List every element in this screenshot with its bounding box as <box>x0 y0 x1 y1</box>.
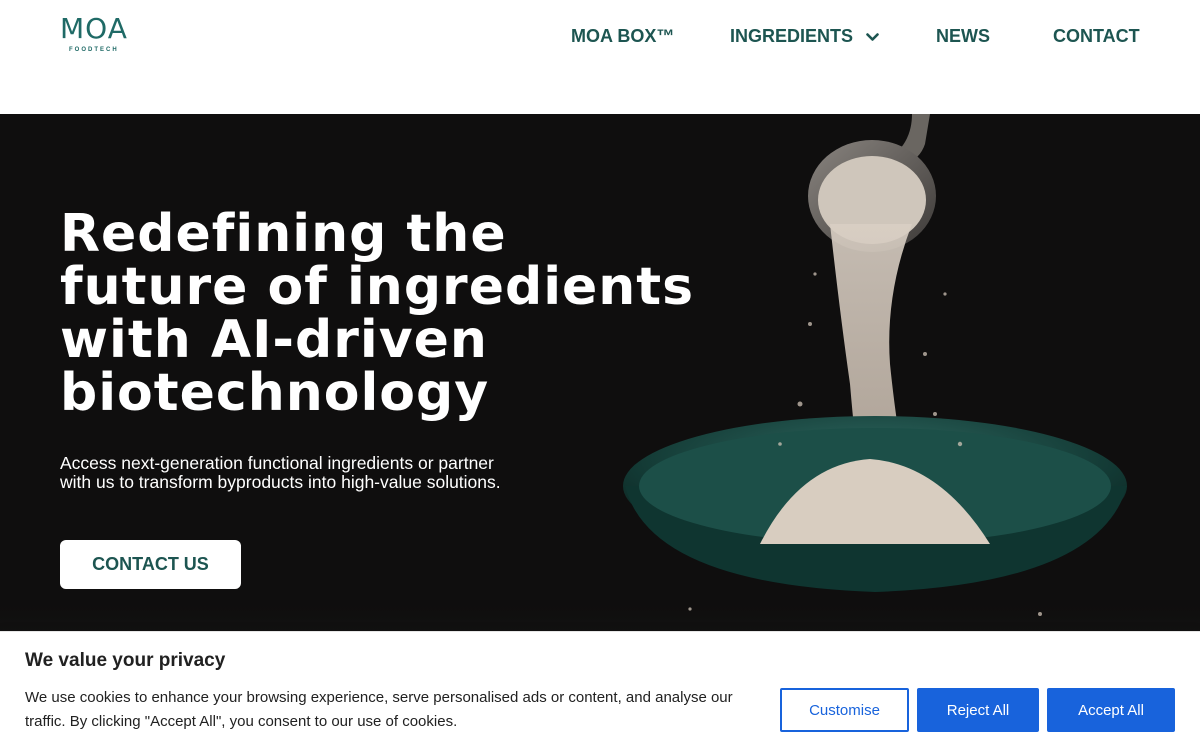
hero-heading-line: biotechnology <box>60 363 490 423</box>
hero-heading: Redefining the future of ingredients wit… <box>60 208 820 420</box>
hero-subheading-line: with us to transform byproducts into hig… <box>60 472 501 492</box>
nav-item-label: CONTACT <box>1053 26 1140 46</box>
nav-item-ingredients[interactable]: INGREDIENTS <box>730 24 879 48</box>
hero-heading-line: future of ingredients <box>60 257 695 317</box>
hero-heading-line: with AI-driven <box>60 310 488 370</box>
nav-item-label: INGREDIENTS <box>730 26 854 46</box>
hero-heading-line: Redefining the <box>60 204 507 264</box>
nav-item-contact[interactable]: CONTACT <box>1053 24 1140 48</box>
customise-button[interactable]: Customise <box>780 688 909 732</box>
chevron-down-icon <box>866 32 879 41</box>
nav-item-news[interactable]: NEWS <box>936 24 990 48</box>
logo-tagline: FOODTECH <box>69 47 119 53</box>
moa-foodtech-logo[interactable]: MOA FOODTECH <box>60 14 142 58</box>
logo-wordmark: MOA <box>60 12 128 45</box>
reject-all-button[interactable]: Reject All <box>917 688 1039 732</box>
cookie-banner-text: We use cookies to enhance your browsing … <box>25 686 745 734</box>
site-header: MOA FOODTECH MOA BOX™ INGREDIENTS NEWS C… <box>0 0 1200 114</box>
accept-all-button[interactable]: Accept All <box>1047 688 1175 732</box>
hero-subheading: Access next-generation functional ingred… <box>60 454 560 492</box>
nav-item-moa-box[interactable]: MOA BOX™ <box>571 24 674 48</box>
hero-subheading-line: Access next-generation functional ingred… <box>60 453 494 473</box>
cookie-banner-title: We value your privacy <box>25 650 226 671</box>
contact-us-button[interactable]: CONTACT US <box>60 540 241 589</box>
cookie-banner-text-line: We use cookies to enhance your browsing … <box>25 689 733 706</box>
nav-item-label: MOA BOX™ <box>571 26 675 46</box>
cookie-consent-banner: We value your privacy We use cookies to … <box>0 631 1200 750</box>
cookie-banner-text-line: traffic. By clicking "Accept All", you c… <box>25 713 458 730</box>
nav-item-label: NEWS <box>936 26 990 46</box>
